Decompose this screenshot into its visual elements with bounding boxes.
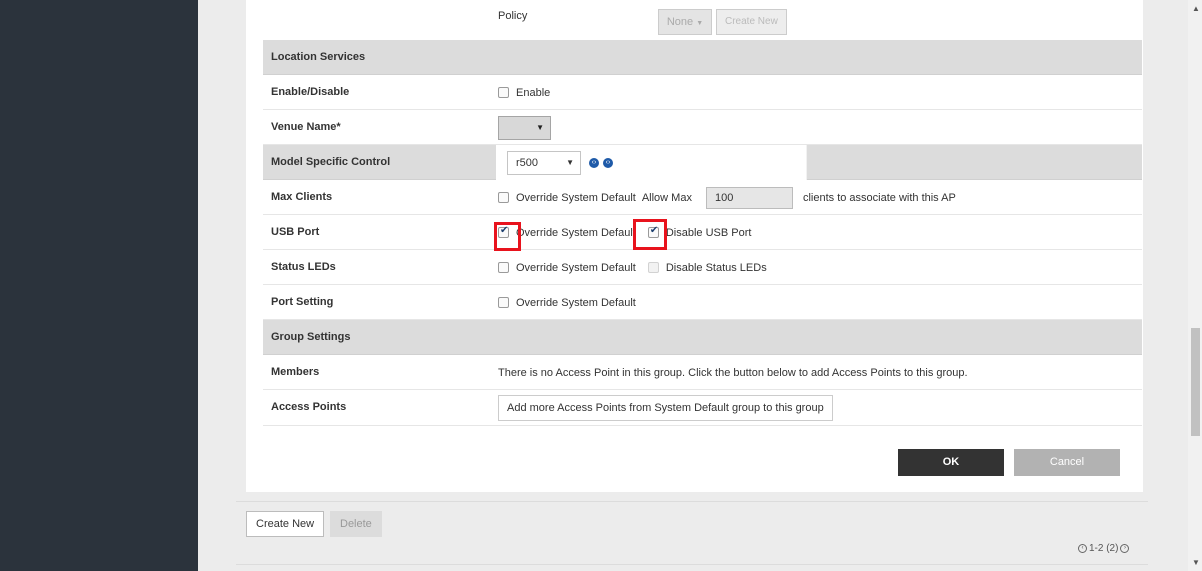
- status-leds-row: Status LEDs Override System Default Disa…: [263, 250, 1142, 285]
- bottom-divider: [236, 564, 1148, 565]
- enable-disable-row: Enable/Disable Enable: [263, 75, 1142, 110]
- row-label: USB Port: [271, 226, 320, 238]
- row-label: Venue Name*: [271, 121, 341, 133]
- row-label: Members: [271, 366, 320, 378]
- cancel-button[interactable]: Cancel: [1014, 449, 1120, 476]
- usb-port-row: USB Port Override System Default Disable…: [263, 215, 1142, 250]
- row-label: Status LEDs: [271, 261, 336, 273]
- next-icon[interactable]: ‹›: [603, 157, 613, 168]
- row-label: Max Clients: [271, 191, 333, 203]
- ok-button[interactable]: OK: [898, 449, 1004, 476]
- scroll-down-icon[interactable]: ▼: [1192, 558, 1200, 567]
- highlight-usb-override: [494, 222, 521, 251]
- pager-prev-icon[interactable]: ‹: [1078, 544, 1087, 553]
- settings-table: Policy None ▼ Create New Location Servic…: [263, 0, 1142, 426]
- members-text: There is no Access Point in this group. …: [498, 366, 968, 379]
- policy-label: Policy: [498, 10, 528, 22]
- port-setting-override-checkbox[interactable]: [498, 297, 509, 308]
- delete-button[interactable]: Delete: [330, 511, 382, 537]
- max-clients-row: Max Clients Override System Default Allo…: [263, 180, 1142, 215]
- scroll-up-icon[interactable]: ▲: [1192, 4, 1200, 13]
- policy-create-new-button[interactable]: Create New: [716, 9, 787, 35]
- max-clients-input[interactable]: 100: [705, 186, 793, 209]
- left-navigation: [0, 0, 198, 571]
- status-leds-override-checkbox[interactable]: [498, 262, 509, 273]
- pager-next-icon[interactable]: ›: [1120, 544, 1130, 553]
- column-divider: [806, 145, 807, 180]
- max-clients-override-checkbox[interactable]: [498, 192, 509, 203]
- footer-divider: [236, 501, 1148, 502]
- venue-name-select[interactable]: ▼: [498, 115, 551, 140]
- section-title: Location Services: [271, 51, 366, 63]
- section-title: Group Settings: [271, 331, 351, 343]
- enable-label: Enable: [516, 86, 551, 99]
- row-label: Access Points: [271, 401, 347, 413]
- previous-icon[interactable]: ‹›: [589, 157, 599, 168]
- policy-select[interactable]: None ▼: [658, 9, 712, 35]
- policy-row: Policy None ▼ Create New: [263, 0, 1142, 40]
- pager: ‹ 1-2 (2) ›: [1078, 543, 1130, 554]
- location-services-header: Location Services: [263, 40, 1142, 75]
- add-access-points-button[interactable]: Add more Access Points from System Defau…: [498, 394, 833, 421]
- policy-controls: None ▼ Create New: [658, 9, 787, 35]
- row-label: Model Specific Control: [271, 156, 391, 168]
- vertical-scrollbar[interactable]: [1188, 0, 1202, 571]
- chevron-down-icon: ▼: [566, 158, 574, 167]
- pager-text: 1-2 (2): [1089, 543, 1119, 554]
- port-setting-row: Port Setting Override System Default: [263, 285, 1142, 320]
- access-points-row: Access Points Add more Access Points fro…: [263, 390, 1142, 426]
- members-row: Members There is no Access Point in this…: [263, 355, 1142, 390]
- create-new-button[interactable]: Create New: [246, 511, 325, 537]
- model-select[interactable]: r500 ▼: [507, 150, 581, 175]
- highlight-disable-usb: [633, 219, 667, 250]
- chevron-down-icon: ▼: [536, 123, 544, 132]
- model-specific-control-row: Model Specific Control r500 ▼ ‹› ‹›: [263, 145, 1142, 180]
- row-label: Port Setting: [271, 296, 334, 308]
- enable-checkbox[interactable]: [498, 87, 509, 98]
- scrollbar-thumb[interactable]: [1191, 328, 1200, 436]
- row-label: Enable/Disable: [271, 86, 350, 98]
- group-settings-header: Group Settings: [263, 320, 1142, 355]
- disable-status-leds-checkbox[interactable]: [647, 262, 659, 273]
- venue-name-row: Venue Name* ▼: [263, 110, 1142, 145]
